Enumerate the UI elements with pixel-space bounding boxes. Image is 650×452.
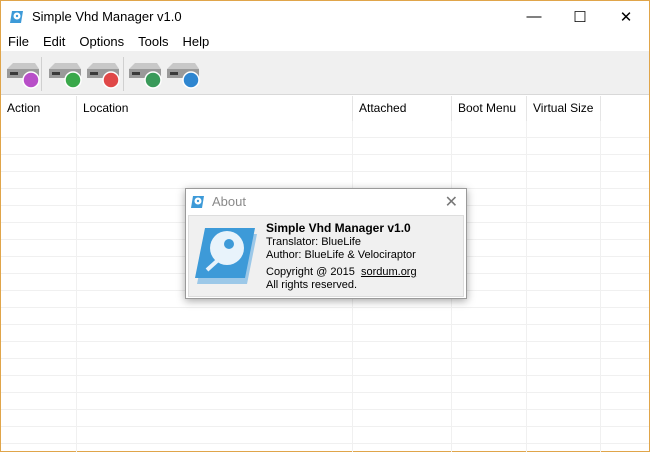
about-close-button[interactable]: ✕ <box>445 192 458 212</box>
drive-add-button[interactable] <box>47 59 83 89</box>
about-app-name: Simple Vhd Manager v1.0 <box>266 221 411 235</box>
drive-check-button[interactable] <box>5 59 41 89</box>
app-icon <box>191 195 204 208</box>
column-attached[interactable]: Attached <box>353 96 452 121</box>
main-window: Simple Vhd Manager v1.0 — ☐ ✕ File Edit … <box>0 0 650 452</box>
menu-bar: File Edit Options Tools Help <box>1 32 216 51</box>
drive-settings-icon <box>167 63 200 89</box>
drive-settings-button[interactable] <box>165 59 201 89</box>
about-rights: All rights reserved. <box>266 279 358 291</box>
column-location[interactable]: Location <box>77 96 353 121</box>
menu-options[interactable]: Options <box>72 32 131 51</box>
drive-remove-button[interactable] <box>85 59 121 89</box>
drive-remove-icon <box>87 63 120 89</box>
drive-refresh-button[interactable] <box>127 59 163 89</box>
about-title-bar: About ✕ <box>186 189 466 214</box>
about-title: About <box>212 194 246 209</box>
menu-tools[interactable]: Tools <box>131 32 175 51</box>
about-translator: Translator: BlueLife <box>266 236 361 248</box>
about-body: Simple Vhd Manager v1.0 Translator: Blue… <box>188 215 464 297</box>
column-divider <box>526 121 527 452</box>
toolbar-separator <box>41 57 42 91</box>
hard-disk-logo-icon <box>195 228 257 284</box>
about-copyright: Copyright @ 2015 <box>266 266 355 278</box>
window-title: Simple Vhd Manager v1.0 <box>32 9 182 24</box>
sordum-link[interactable]: sordum.org <box>361 266 417 278</box>
column-divider <box>600 121 601 452</box>
menu-edit[interactable]: Edit <box>36 32 72 51</box>
minimize-button[interactable]: — <box>511 1 557 32</box>
toolbar-separator <box>123 57 124 91</box>
about-text: Simple Vhd Manager v1.0 Translator: Blue… <box>266 222 417 292</box>
drive-refresh-icon <box>129 63 162 89</box>
table-header: Action Location Attached Boot Menu Virtu… <box>1 96 649 121</box>
about-dialog: About ✕ Simple Vhd Manager v1.0 Translat… <box>185 188 467 299</box>
column-virtual-size[interactable]: Virtual Size <box>527 96 601 121</box>
app-icon <box>10 10 23 23</box>
menu-help[interactable]: Help <box>176 32 217 51</box>
toolbar <box>1 51 649 95</box>
close-button[interactable]: ✕ <box>603 1 649 32</box>
drive-check-icon <box>7 63 40 89</box>
column-divider <box>76 121 77 452</box>
menu-file[interactable]: File <box>1 32 36 51</box>
maximize-button[interactable]: ☐ <box>557 1 603 32</box>
column-action[interactable]: Action <box>1 96 77 121</box>
about-author: Author: BlueLife & Velociraptor <box>266 249 416 261</box>
drive-add-icon <box>49 63 82 89</box>
column-boot-menu[interactable]: Boot Menu <box>452 96 527 121</box>
